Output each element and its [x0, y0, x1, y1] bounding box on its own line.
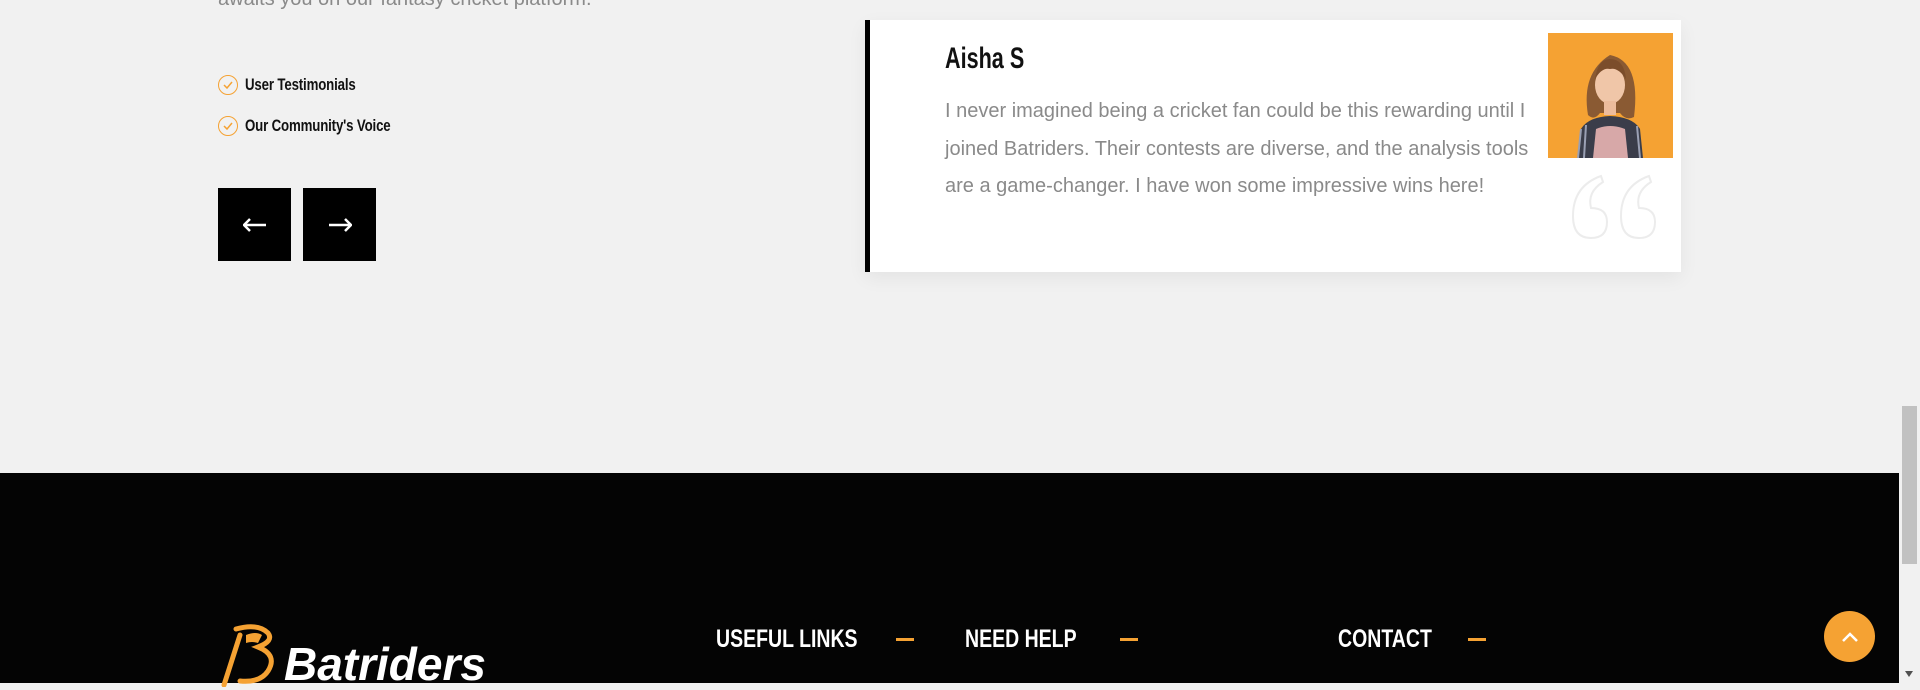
testimonial-text: I never imagined being a cricket fan cou…	[945, 100, 1529, 197]
back-to-top-button[interactable]	[1824, 611, 1875, 662]
site-footer: Batriders USEFUL LINKS NEED HELP CONTACT	[0, 473, 1899, 687]
heading-accent-dash	[1468, 638, 1487, 641]
footer-heading-useful-links: USEFUL LINKS	[716, 625, 914, 654]
feature-list: User Testimonials Our Community's Voice	[218, 64, 432, 146]
testimonial-author: Aisha S	[945, 42, 1025, 75]
footer-heading-label: USEFUL LINKS	[716, 625, 858, 653]
testimonial-card: Aisha S I never imagined being a cricket…	[865, 20, 1681, 272]
intro-partial-text: awaits you on our fantasy cricket platfo…	[218, 0, 592, 11]
heading-accent-dash	[895, 638, 914, 641]
arrow-right-icon	[328, 217, 352, 232]
footer-heading-need-help: NEED HELP	[965, 625, 1139, 654]
feature-label: User Testimonials	[245, 74, 356, 94]
heading-accent-dash	[1120, 638, 1139, 641]
check-circle-icon	[218, 74, 238, 95]
quote-icon	[1571, 174, 1657, 240]
next-button[interactable]	[303, 188, 376, 261]
logo-text: Batriders	[284, 638, 486, 690]
feature-item: Our Community's Voice	[218, 105, 432, 146]
scrollbar-thumb[interactable]	[1902, 406, 1917, 564]
feature-item: User Testimonials	[218, 64, 432, 105]
scrollbar-track[interactable]	[1899, 0, 1920, 683]
footer-heading-contact: CONTACT	[1338, 625, 1487, 654]
previous-button[interactable]	[218, 188, 291, 261]
arrow-left-icon	[242, 217, 266, 232]
check-circle-icon	[218, 115, 238, 136]
scroll-down-arrow-icon[interactable]	[1904, 670, 1914, 678]
footer-logo[interactable]: Batriders	[218, 621, 486, 687]
avatar	[1548, 33, 1673, 158]
logo-mark-icon	[221, 624, 274, 687]
footer-heading-label: CONTACT	[1338, 625, 1432, 653]
feature-label: Our Community's Voice	[245, 115, 391, 135]
footer-heading-label: NEED HELP	[965, 625, 1077, 653]
chevron-up-icon	[1841, 631, 1858, 642]
